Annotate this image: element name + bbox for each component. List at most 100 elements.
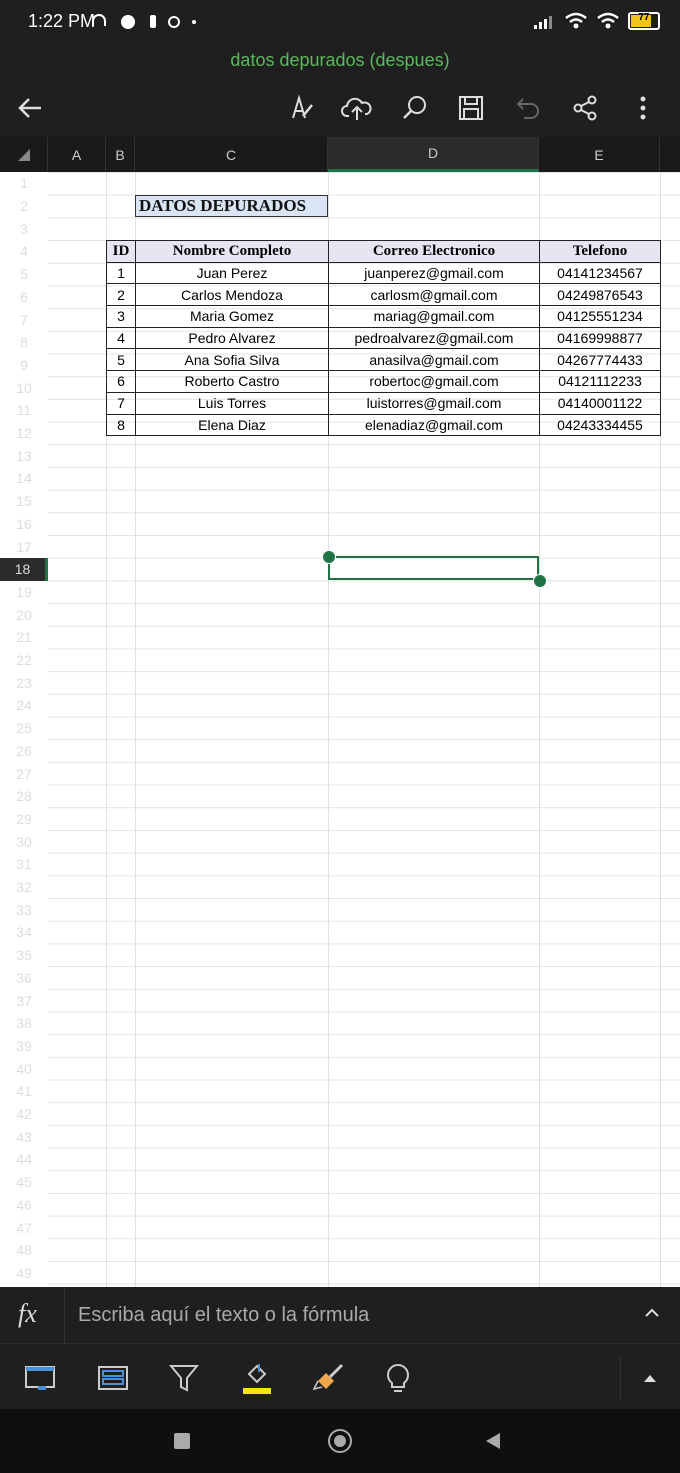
cell-phone[interactable]: 04141234567: [539, 261, 661, 285]
format-painter-button[interactable]: [309, 1358, 349, 1398]
row-header[interactable]: 5: [0, 263, 48, 286]
row-header[interactable]: 25: [0, 717, 48, 740]
row-header[interactable]: 22: [0, 649, 48, 672]
selection-handle-bottom-right[interactable]: [533, 574, 547, 588]
cell-id[interactable]: 7: [106, 391, 136, 415]
row-header[interactable]: 2: [0, 195, 48, 218]
row-header[interactable]: 23: [0, 671, 48, 694]
cell-id[interactable]: 1: [106, 261, 136, 285]
row-header[interactable]: 30: [0, 830, 48, 853]
recents-button[interactable]: [174, 1433, 190, 1449]
row-header[interactable]: 38: [0, 1012, 48, 1035]
row-header[interactable]: 45: [0, 1171, 48, 1194]
row-header[interactable]: 27: [0, 762, 48, 785]
cell-id[interactable]: 5: [106, 348, 136, 372]
cell-name[interactable]: Roberto Castro: [135, 370, 329, 393]
cell-email[interactable]: pedroalvarez@gmail.com: [328, 326, 540, 350]
sheet-title-cell[interactable]: DATOS DEPURADOS: [135, 195, 328, 217]
row-header[interactable]: 36: [0, 967, 48, 990]
row-header[interactable]: 15: [0, 490, 48, 513]
cell-email[interactable]: mariag@gmail.com: [328, 305, 540, 328]
row-header[interactable]: 41: [0, 1080, 48, 1103]
cell-phone[interactable]: 04249876543: [539, 283, 661, 307]
table-button[interactable]: [93, 1358, 133, 1398]
row-header[interactable]: 14: [0, 467, 48, 490]
tell-me-button[interactable]: [378, 1358, 418, 1398]
row-header[interactable]: 19: [0, 581, 48, 604]
column-header[interactable]: A: [48, 137, 106, 172]
column-header[interactable]: C: [135, 137, 328, 172]
cell-id[interactable]: 4: [106, 326, 136, 350]
row-header[interactable]: 7: [0, 308, 48, 331]
expand-formula-button[interactable]: [644, 1303, 660, 1324]
cell-phone[interactable]: 04243334455: [539, 413, 661, 437]
row-header[interactable]: 44: [0, 1148, 48, 1171]
cell-email[interactable]: robertoc@gmail.com: [328, 370, 540, 393]
row-header[interactable]: 26: [0, 740, 48, 763]
column-header[interactable]: E: [539, 137, 660, 172]
header-name[interactable]: Nombre Completo: [135, 240, 329, 263]
selection-handle-top-left[interactable]: [322, 550, 336, 564]
column-header[interactable]: B: [106, 137, 135, 172]
cell-name[interactable]: Ana Sofia Silva: [135, 348, 329, 372]
row-header[interactable]: 47: [0, 1216, 48, 1239]
row-header[interactable]: 31: [0, 853, 48, 876]
selected-cell-d18[interactable]: [328, 556, 539, 580]
row-header[interactable]: 24: [0, 694, 48, 717]
function-icon[interactable]: fx: [18, 1299, 37, 1329]
cell-phone[interactable]: 04125551234: [539, 305, 661, 328]
row-header[interactable]: 29: [0, 808, 48, 831]
cell-email[interactable]: elenadiaz@gmail.com: [328, 413, 540, 437]
cell-name[interactable]: Pedro Alvarez: [135, 326, 329, 350]
more-options-button[interactable]: [623, 88, 663, 128]
cell-email[interactable]: carlosm@gmail.com: [328, 283, 540, 307]
row-header[interactable]: 35: [0, 944, 48, 967]
freeze-panes-button[interactable]: [20, 1358, 60, 1398]
row-header[interactable]: 39: [0, 1035, 48, 1058]
cell-name[interactable]: Maria Gomez: [135, 305, 329, 328]
row-header[interactable]: 42: [0, 1103, 48, 1126]
row-header-selected[interactable]: 18: [0, 557, 48, 581]
row-header[interactable]: 4: [0, 240, 48, 263]
row-header[interactable]: 6: [0, 286, 48, 309]
expand-ribbon-button[interactable]: [630, 1358, 670, 1398]
column-header-selected[interactable]: D: [328, 137, 539, 172]
cell-name[interactable]: Elena Diaz: [135, 413, 329, 437]
row-header[interactable]: 20: [0, 603, 48, 626]
cell-id[interactable]: 3: [106, 305, 136, 328]
row-header[interactable]: 8: [0, 331, 48, 354]
cell-name[interactable]: Luis Torres: [135, 391, 329, 415]
cell-name[interactable]: Juan Perez: [135, 261, 329, 285]
row-header[interactable]: 21: [0, 626, 48, 649]
row-header[interactable]: 37: [0, 989, 48, 1012]
row-header[interactable]: 34: [0, 921, 48, 944]
cell-phone[interactable]: 04169998877: [539, 326, 661, 350]
spreadsheet-grid[interactable]: A B C D E 1 2 3 4 5 6 7 8 9 10 11 12 13 14 15 16 17 18 19 2…: [0, 137, 680, 1287]
select-all-corner[interactable]: [0, 137, 48, 172]
row-header[interactable]: 1: [0, 172, 48, 195]
row-header[interactable]: 32: [0, 876, 48, 899]
cell-id[interactable]: 8: [106, 413, 136, 437]
header-email[interactable]: Correo Electronico: [328, 240, 540, 263]
row-header[interactable]: 17: [0, 535, 48, 558]
row-header[interactable]: 9: [0, 354, 48, 377]
undo-button[interactable]: [508, 88, 548, 128]
back-button[interactable]: [10, 88, 50, 128]
cell-email[interactable]: luistorres@gmail.com: [328, 391, 540, 415]
home-button[interactable]: [328, 1429, 352, 1453]
row-header[interactable]: 40: [0, 1057, 48, 1080]
row-header[interactable]: 3: [0, 217, 48, 240]
fill-color-button[interactable]: [237, 1358, 277, 1398]
row-header[interactable]: 43: [0, 1125, 48, 1148]
header-id[interactable]: ID: [106, 240, 136, 263]
row-header[interactable]: 48: [0, 1239, 48, 1262]
header-phone[interactable]: Telefono: [539, 240, 661, 263]
search-button[interactable]: [394, 88, 434, 128]
cell-id[interactable]: 2: [106, 283, 136, 307]
cell-name[interactable]: Carlos Mendoza: [135, 283, 329, 307]
save-button[interactable]: [451, 88, 491, 128]
share-button[interactable]: [565, 88, 605, 128]
row-header[interactable]: 16: [0, 513, 48, 536]
row-header[interactable]: 46: [0, 1194, 48, 1217]
row-header[interactable]: 12: [0, 422, 48, 445]
